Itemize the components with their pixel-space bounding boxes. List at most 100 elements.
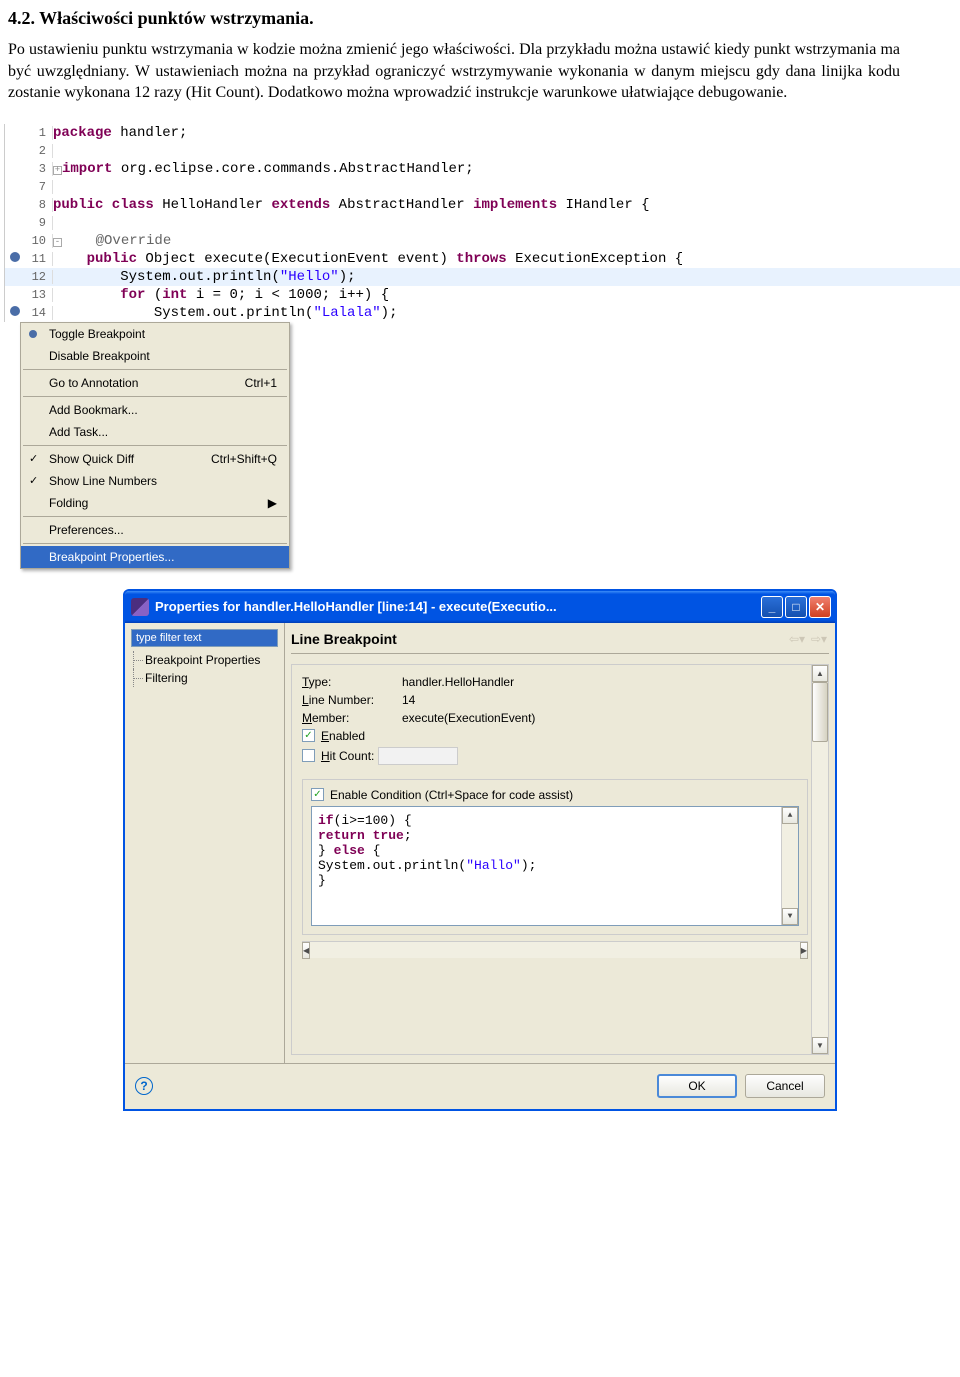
member-value: execute(ExecutionEvent) — [402, 711, 535, 725]
type-value: handler.HelloHandler — [402, 675, 514, 689]
check-icon: ✓ — [29, 452, 38, 465]
maximize-button[interactable]: □ — [785, 596, 807, 618]
minimize-button[interactable]: _ — [761, 596, 783, 618]
dialog-titlebar[interactable]: Properties for handler.HelloHandler [lin… — [125, 591, 835, 623]
line-number: 3 — [25, 162, 53, 176]
breakpoint-properties-dialog: Properties for handler.HelloHandler [lin… — [123, 589, 837, 1111]
category-tree-panel: Breakpoint Properties Filtering — [125, 623, 285, 1063]
hitcount-input[interactable] — [378, 747, 458, 765]
code-line[interactable]: 1package handler; — [5, 124, 960, 142]
ok-button[interactable]: OK — [657, 1074, 737, 1098]
panel-vscrollbar[interactable]: ▲ ▼ — [811, 665, 828, 1054]
code-editor[interactable]: 1package handler; 2 3+import org.eclipse.c… — [4, 124, 960, 322]
code-line[interactable]: 7 — [5, 178, 960, 196]
submenu-arrow-icon: ▶ — [268, 496, 277, 510]
forward-arrow-icon[interactable]: ⇨▾ — [811, 632, 829, 646]
code-vscrollbar[interactable]: ▲▼ — [781, 807, 798, 925]
menu-item[interactable]: Add Task... — [21, 421, 289, 443]
line-number: 10 — [25, 234, 53, 248]
section-title: 4.2. Właściwości punktów wstrzymania. — [8, 8, 900, 29]
close-button[interactable]: ✕ — [809, 596, 831, 618]
tree-item-label: Breakpoint Properties — [145, 653, 260, 667]
tree-item[interactable]: Breakpoint Properties — [131, 651, 278, 669]
hitcount-checkbox[interactable] — [302, 749, 315, 762]
tree-item-label: Filtering — [145, 671, 188, 685]
code-line[interactable]: 14 System.out.println("Lalala"); — [5, 304, 960, 322]
code-line[interactable]: 12 System.out.println("Hello"); — [5, 268, 960, 286]
paragraph: Po ustawieniu punktu wstrzymania w kodzi… — [8, 39, 900, 104]
menu-item[interactable]: Add Bookmark... — [21, 399, 289, 421]
line-number: 1 — [25, 126, 53, 140]
condition-code-input[interactable]: if(i>=100) { return true;} else { System… — [311, 806, 799, 926]
code-line[interactable]: 3+import org.eclipse.core.commands.Abstr… — [5, 160, 960, 178]
document-text: 4.2. Właściwości punktów wstrzymania. Po… — [0, 0, 960, 124]
hitcount-label: Hit Count: — [321, 749, 374, 763]
code-line[interactable]: 2 — [5, 142, 960, 160]
menu-item[interactable]: ✓ Show Line Numbers — [21, 470, 289, 492]
condition-label: Enable Condition (Ctrl+Space for code as… — [330, 788, 573, 802]
menu-separator — [23, 369, 287, 370]
check-icon: ✓ — [29, 474, 38, 487]
dialog-footer: ? OK Cancel — [125, 1063, 835, 1109]
line-label: Line Number: — [302, 693, 402, 707]
menu-item[interactable]: Toggle Breakpoint — [21, 323, 289, 345]
menu-separator — [23, 396, 287, 397]
panel-hscrollbar[interactable]: ◀▶ — [302, 941, 808, 958]
menu-item-label: Disable Breakpoint — [49, 349, 150, 363]
line-number: 9 — [25, 216, 53, 230]
line-number: 7 — [25, 180, 53, 194]
enabled-checkbox[interactable]: ✓ — [302, 729, 315, 742]
menu-shortcut: Ctrl+1 — [225, 376, 277, 390]
breakpoint-marker-icon[interactable] — [10, 306, 20, 316]
menu-item-label: Go to Annotation — [49, 376, 138, 390]
menu-item-label: Show Line Numbers — [49, 474, 157, 488]
eclipse-icon — [131, 598, 149, 616]
menu-item[interactable]: Breakpoint Properties... — [21, 546, 289, 568]
filter-input[interactable] — [131, 629, 278, 647]
back-arrow-icon[interactable]: ⇦▾ — [789, 632, 807, 646]
panel-title: Line Breakpoint — [291, 631, 397, 647]
code-line[interactable]: 9 — [5, 214, 960, 232]
cancel-button[interactable]: Cancel — [745, 1074, 825, 1098]
gutter-context-menu: Toggle Breakpoint Disable Breakpoint Go to… — [20, 322, 290, 569]
condition-group: ✓ Enable Condition (Ctrl+Space for code … — [302, 779, 808, 935]
menu-shortcut: Ctrl+Shift+Q — [191, 452, 277, 466]
menu-item[interactable]: Disable Breakpoint — [21, 345, 289, 367]
code-line[interactable]: 13 for (int i = 0; i < 1000; i++) { — [5, 286, 960, 304]
line-number: 12 — [25, 270, 53, 284]
menu-item-label: Add Task... — [49, 425, 108, 439]
dialog-title: Properties for handler.HelloHandler [lin… — [155, 599, 557, 614]
help-icon[interactable]: ? — [135, 1077, 153, 1095]
breakpoint-marker-icon[interactable] — [10, 252, 20, 262]
menu-item-label: Breakpoint Properties... — [49, 550, 174, 564]
tree-item[interactable]: Filtering — [131, 669, 278, 687]
menu-item[interactable]: Go to Annotation Ctrl+1 — [21, 372, 289, 394]
type-label: Type: — [302, 675, 402, 689]
code-line[interactable]: 8public class HelloHandler extends Abstr… — [5, 196, 960, 214]
line-value: 14 — [402, 693, 415, 707]
code-line[interactable]: 11 public Object execute(ExecutionEvent … — [5, 250, 960, 268]
member-label: Member: — [302, 711, 402, 725]
code-line[interactable]: 10- @Override — [5, 232, 960, 250]
breakpoint-bullet-icon — [29, 330, 37, 338]
menu-item-label: Preferences... — [49, 523, 124, 537]
fold-toggle-icon[interactable]: + — [53, 166, 62, 175]
menu-item-label: Toggle Breakpoint — [49, 327, 145, 341]
line-number: 14 — [25, 306, 53, 320]
condition-checkbox[interactable]: ✓ — [311, 788, 324, 801]
fold-toggle-icon[interactable]: - — [53, 238, 62, 247]
menu-separator — [23, 543, 287, 544]
menu-item[interactable]: ✓ Show Quick Diff Ctrl+Shift+Q — [21, 448, 289, 470]
line-number: 11 — [25, 252, 53, 266]
menu-item[interactable]: Folding ▶ — [21, 492, 289, 514]
main-panel: Line Breakpoint ⇦▾ ⇨▾ Type: handler.Hell… — [285, 623, 835, 1063]
menu-item[interactable]: Preferences... — [21, 519, 289, 541]
menu-item-label: Folding — [49, 496, 88, 510]
line-number: 13 — [25, 288, 53, 302]
menu-item-label: Add Bookmark... — [49, 403, 138, 417]
menu-separator — [23, 516, 287, 517]
line-number: 8 — [25, 198, 53, 212]
line-number: 2 — [25, 144, 53, 158]
menu-item-label: Show Quick Diff — [49, 452, 134, 466]
menu-separator — [23, 445, 287, 446]
